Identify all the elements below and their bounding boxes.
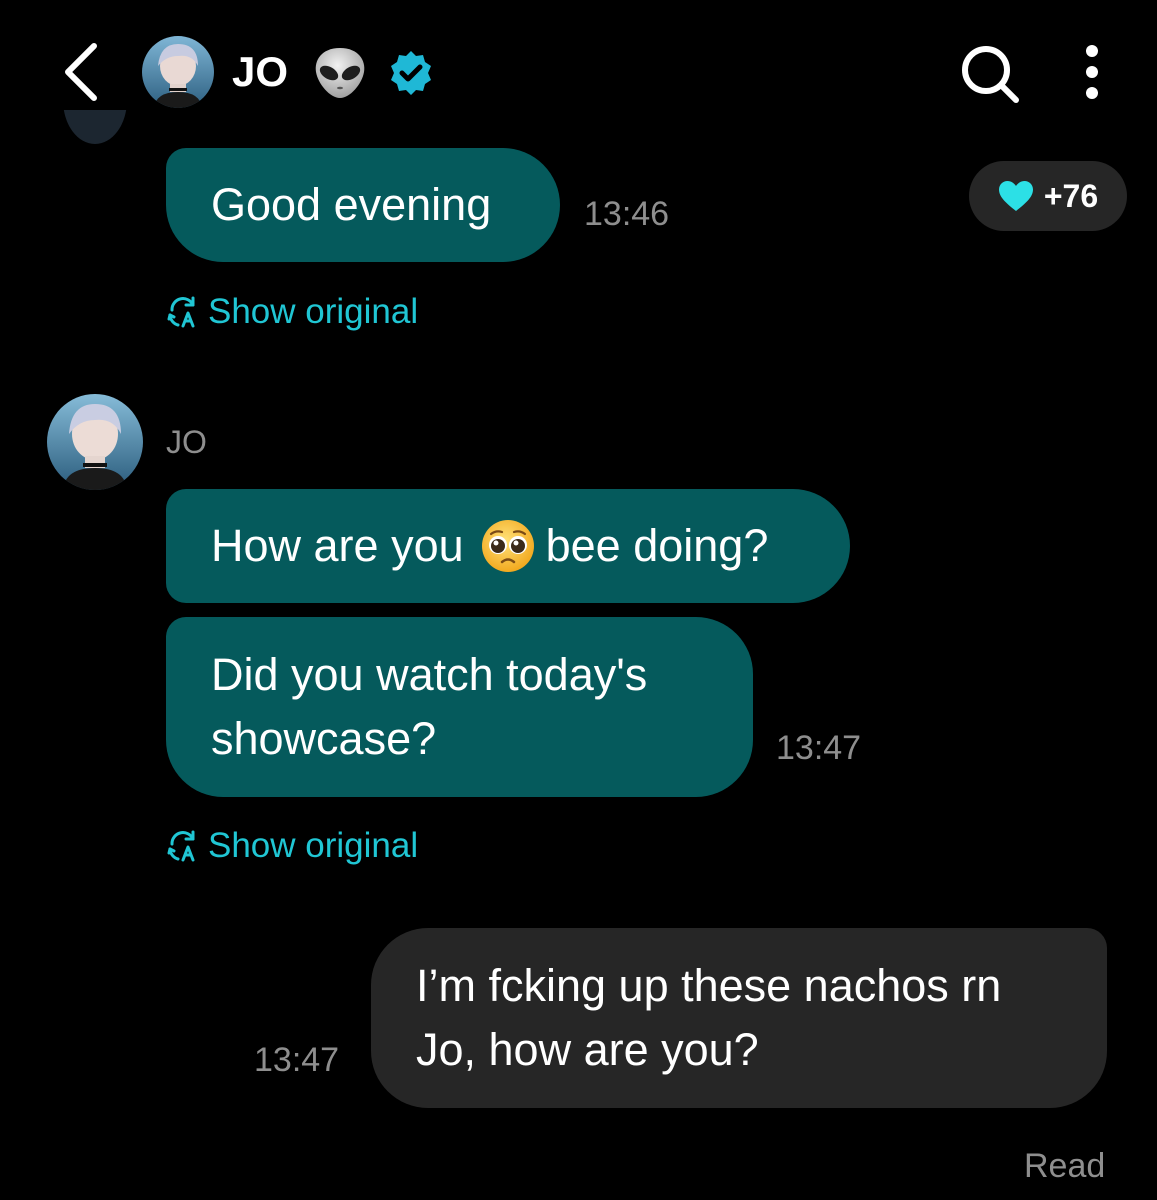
message-bubble-incoming[interactable]: Did you watch today's showcase? [166,617,753,797]
sender-name: JO [166,424,207,460]
header-avatar[interactable] [142,36,214,108]
message-timestamp: 13:47 [254,1041,340,1079]
alien-emoji-icon [312,46,368,100]
back-icon[interactable] [58,40,108,104]
message-bubble-incoming[interactable]: Good evening [166,148,560,262]
search-icon[interactable] [958,42,1024,106]
message-text-line: Jo, how are you? [416,1024,759,1075]
message-text-line: I’m fcking up these nachos rn [416,960,1002,1011]
pleading-face-icon [480,518,536,574]
show-original-link[interactable]: Show original [166,824,418,868]
message-text-part: How are you [211,520,464,571]
reaction-count: +76 [1043,177,1099,214]
heart-icon [998,181,1033,211]
message-timestamp: 13:47 [776,729,862,767]
message-text-part: bee doing? [545,520,769,571]
show-original-label: Show original [208,292,419,331]
message-text-line: showcase? [211,713,437,764]
contact-name[interactable]: JO [232,44,288,100]
message-bubble-outgoing[interactable]: I’m fcking up these nachos rn Jo, how ar… [371,928,1107,1108]
sender-avatar[interactable] [47,394,143,490]
read-receipt: Read [1024,1147,1106,1185]
message-timestamp: 13:46 [584,195,670,233]
message-text-line: Did you watch today's [211,649,648,700]
message-text: Good evening [211,179,492,230]
show-original-link[interactable]: Show original [166,290,418,334]
more-options-icon[interactable] [1076,42,1108,104]
reaction-badge[interactable]: +76 [969,161,1127,231]
message-bubble-incoming[interactable]: How are you bee doing? [166,489,850,603]
avatar-partial [62,110,128,146]
verified-badge-icon [386,48,436,98]
show-original-label: Show original [208,826,419,865]
translate-refresh-icon [167,830,195,862]
translate-refresh-icon [167,296,195,328]
